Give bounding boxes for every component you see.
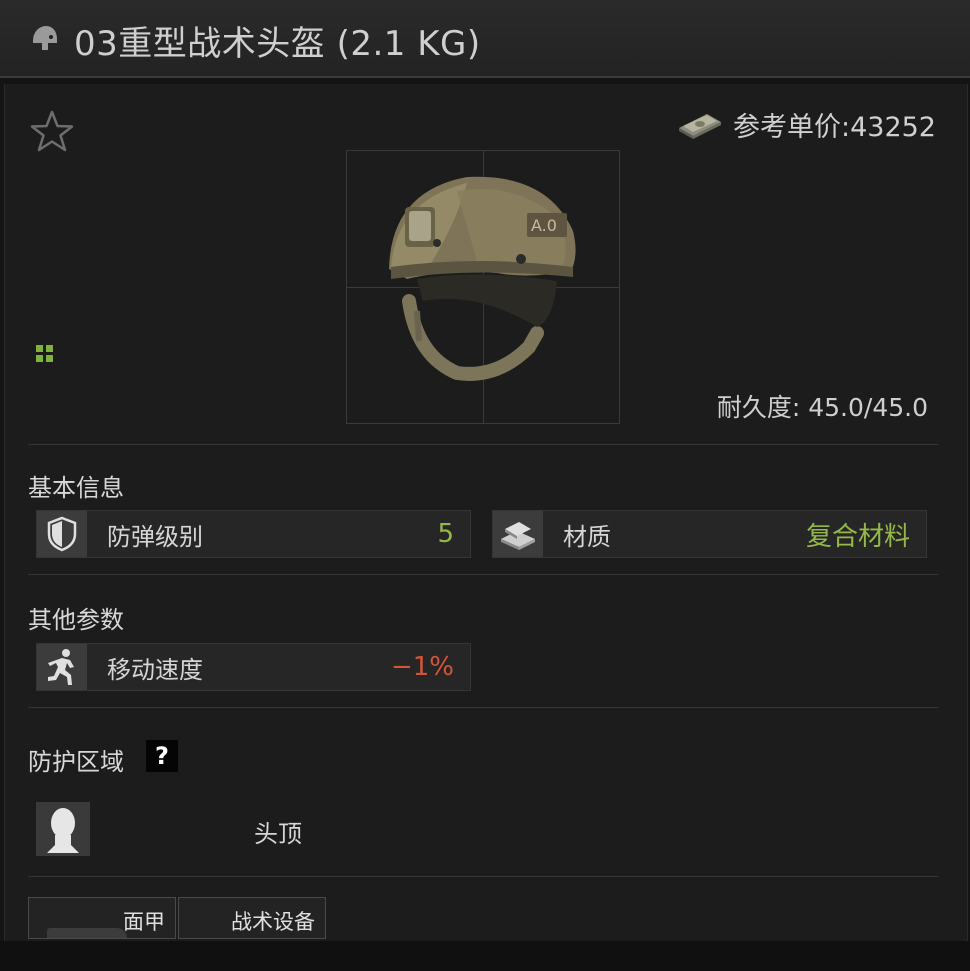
divider [28, 574, 938, 575]
attribute-move-speed: 移动速度 −1% [36, 643, 471, 691]
protection-zone-label: 头顶 [254, 820, 302, 848]
running-soldier-icon [48, 649, 74, 685]
svg-text:A.0: A.0 [531, 216, 557, 235]
attribute-value: −1% [390, 652, 454, 682]
attribute-label: 移动速度 [107, 655, 203, 684]
help-button[interactable]: ? [146, 740, 178, 772]
reference-price: 参考单价:43252 [677, 104, 936, 144]
tab-face-shield[interactable]: 面甲 [28, 897, 176, 939]
attribute-value: 5 [437, 519, 454, 549]
tab-label: 战术设备 [231, 910, 315, 934]
attachment-slot-tabs: 面甲 战术设备 [28, 897, 326, 941]
attribute-value: 复合材料 [805, 521, 910, 552]
attribute-armor-class: 防弹级别 5 [36, 510, 471, 558]
window-title: 03重型战术头盔 (2.1 KG) [74, 24, 481, 64]
section-title-other-params: 其他参数 [28, 606, 124, 634]
bottom-strip [0, 941, 970, 971]
head-silhouette-icon [36, 802, 90, 856]
star-icon[interactable] [28, 108, 76, 156]
section-title-basic-info: 基本信息 [28, 474, 124, 502]
material-icon [501, 522, 535, 550]
section-title-protection: 防护区域 [28, 748, 124, 776]
item-inspect-window: 03重型战术头盔 (2.1 KG) 参考单价:43252 A.0 耐久度: 45… [0, 0, 970, 971]
attribute-label: 材质 [563, 522, 611, 551]
title-bar: 03重型战术头盔 (2.1 KG) [0, 0, 970, 78]
tactical-helmet-image: A.0 [389, 176, 576, 381]
tab-tactical-device[interactable]: 战术设备 [178, 897, 326, 939]
durability-text: 耐久度: 45.0/45.0 [716, 393, 928, 422]
divider [28, 707, 938, 708]
price-text: 参考单价:43252 [733, 111, 936, 143]
attribute-material: 材质 复合材料 [492, 510, 927, 558]
shield-icon [47, 516, 77, 552]
item-image-frame: A.0 [346, 150, 620, 424]
divider [28, 444, 938, 445]
tab-label: 面甲 [123, 910, 165, 934]
divider [28, 876, 938, 877]
grid-size-icon [36, 345, 53, 362]
attribute-label: 防弹级别 [107, 522, 203, 551]
face-shield-slot-icon [47, 928, 127, 938]
helmet-icon [33, 26, 57, 50]
money-stack-icon [679, 114, 721, 139]
